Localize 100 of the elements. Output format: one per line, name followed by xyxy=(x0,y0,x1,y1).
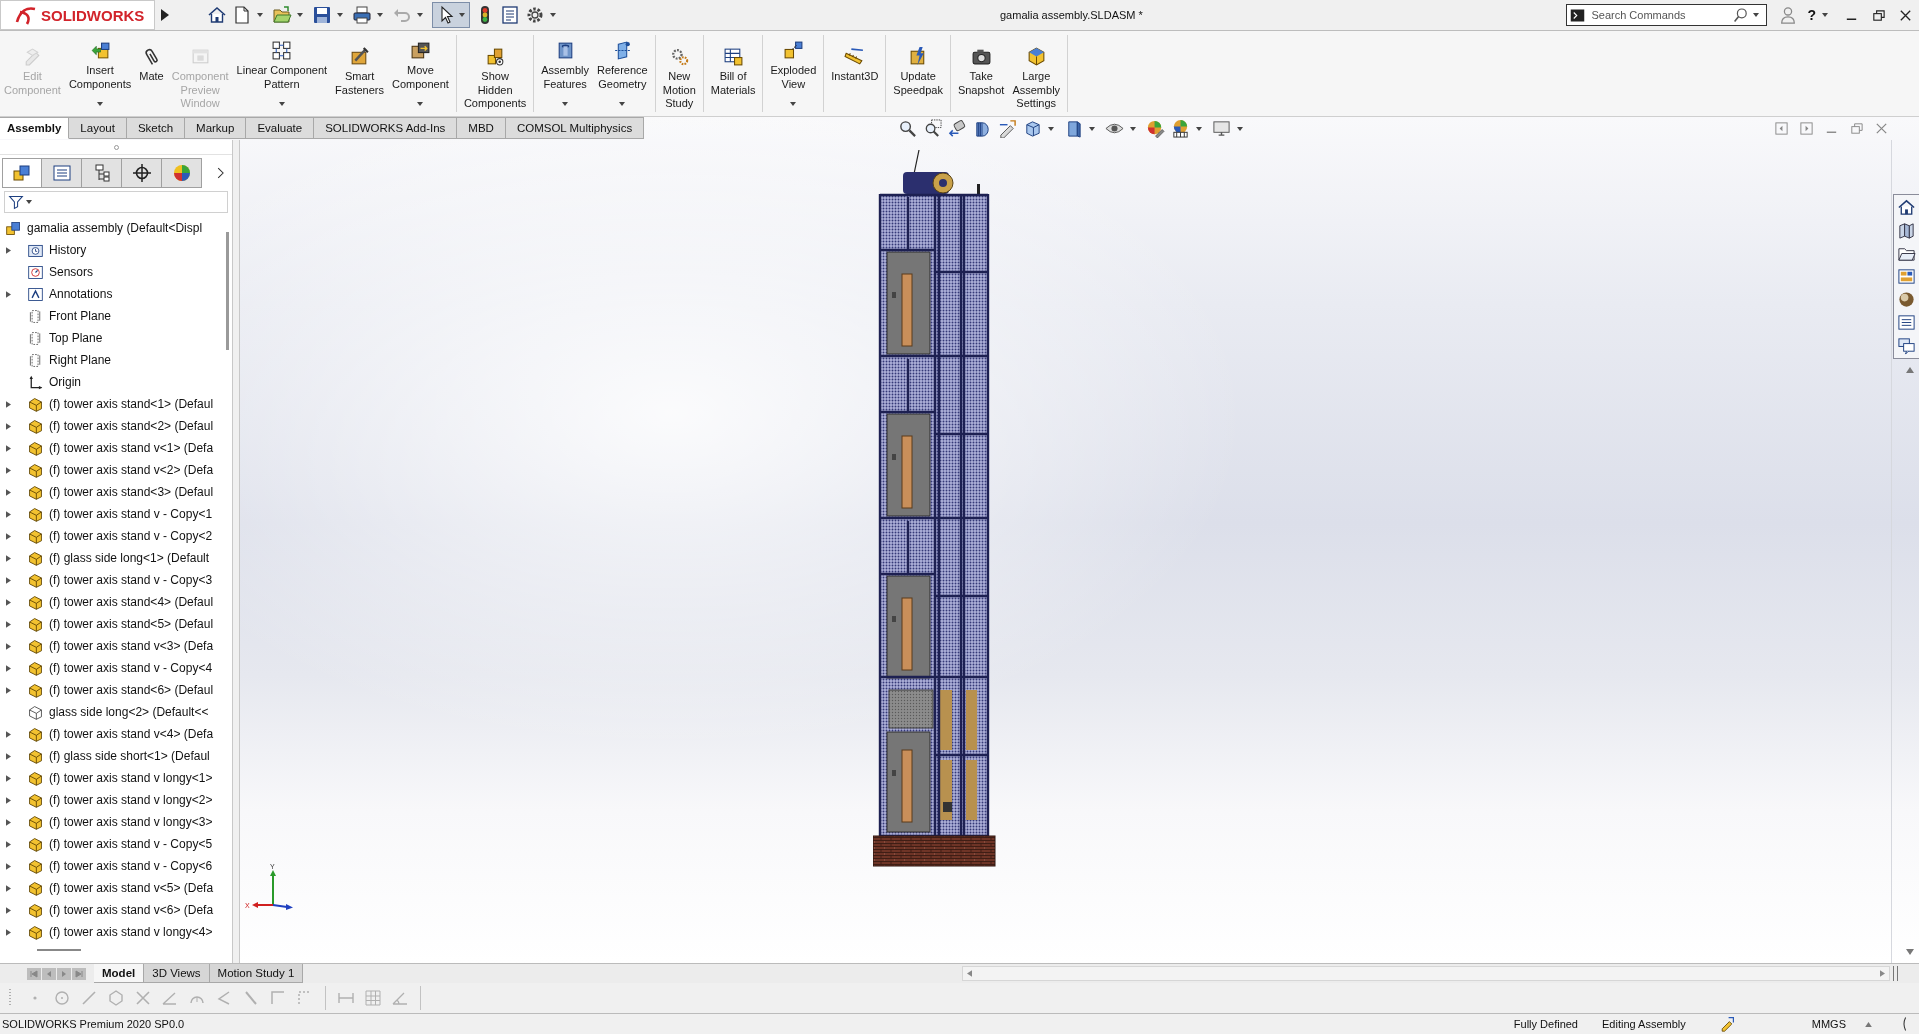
caret-icon[interactable] xyxy=(6,510,11,518)
tree-item[interactable]: (f) tower axis stand<1> (Defaul xyxy=(0,393,223,415)
settings-icon[interactable] xyxy=(525,5,545,25)
ribbon-button[interactable]: Insert Components xyxy=(64,31,136,116)
caret-icon[interactable] xyxy=(26,200,32,204)
tree-item[interactable]: (f) tower axis stand<6> (Defaul xyxy=(0,679,223,701)
tree-item[interactable]: (f) tower axis stand v - Copy<4 xyxy=(0,657,223,679)
home-icon[interactable] xyxy=(1897,198,1916,217)
first-arrow-icon[interactable] xyxy=(27,967,41,980)
command-tab[interactable]: Sketch xyxy=(126,117,186,139)
caret-icon[interactable] xyxy=(6,840,11,848)
palette-icon[interactable] xyxy=(1897,267,1916,286)
ribbon-button[interactable]: Bill of Materials xyxy=(706,31,760,116)
caret-icon[interactable] xyxy=(6,796,11,804)
tree-item[interactable]: Right Plane xyxy=(0,349,223,371)
left-arrow-icon[interactable] xyxy=(967,970,972,977)
tree-item[interactable]: (f) tower axis stand v longy<1> xyxy=(0,767,223,789)
scrollbar-thumb[interactable] xyxy=(226,232,229,350)
tree-item[interactable]: glass side long<2> (Default<< xyxy=(0,701,223,723)
panel-tab[interactable] xyxy=(162,158,202,188)
caret-icon[interactable] xyxy=(6,642,11,650)
cube-icon[interactable] xyxy=(1023,119,1042,138)
caret-icon[interactable] xyxy=(6,532,11,540)
ribbon-button[interactable]: Linear Component Pattern xyxy=(232,31,332,116)
caret-icon[interactable] xyxy=(790,102,797,106)
caret-icon[interactable] xyxy=(6,774,11,782)
caret-icon[interactable] xyxy=(562,102,569,106)
command-tab[interactable]: Layout xyxy=(69,117,127,139)
tree-item[interactable]: (f) tower axis stand v - Copy<1 xyxy=(0,503,223,525)
caret-icon[interactable] xyxy=(6,554,11,562)
tree-item[interactable]: (f) tower axis stand<5> (Defaul xyxy=(0,613,223,635)
caret-icon[interactable] xyxy=(6,686,11,694)
pencil-icon[interactable] xyxy=(998,119,1017,138)
color-ball-icon[interactable] xyxy=(1146,119,1165,138)
caret-icon[interactable] xyxy=(377,13,383,17)
tree-item[interactable]: (f) tower axis stand v<1> (Defa xyxy=(0,437,223,459)
caret-icon[interactable] xyxy=(6,400,11,408)
caret-icon[interactable] xyxy=(6,928,11,936)
caret-icon[interactable] xyxy=(6,752,11,760)
caret-icon[interactable] xyxy=(1196,126,1202,131)
tree-item[interactable]: (f) tower axis stand<3> (Defaul xyxy=(0,481,223,503)
printer-icon[interactable] xyxy=(352,5,372,25)
command-tab[interactable]: Evaluate xyxy=(246,117,315,139)
ribbon-button[interactable]: New Motion Study xyxy=(658,31,700,116)
view-tab[interactable]: Motion Study 1 xyxy=(209,964,304,983)
caret-icon[interactable] xyxy=(6,466,11,474)
ribbon-button[interactable]: Large Assembly Settings xyxy=(1008,31,1065,116)
sphere-icon[interactable] xyxy=(1897,290,1916,309)
select-tool-button[interactable] xyxy=(432,2,470,28)
tree-item[interactable]: Top Plane xyxy=(0,327,223,349)
bracket-icon[interactable] xyxy=(1900,1016,1908,1032)
magnifier-icon[interactable] xyxy=(898,119,917,138)
tree-item[interactable]: gamalia assembly (Default<Displ xyxy=(0,217,223,239)
caret-icon[interactable] xyxy=(6,884,11,892)
search-icon[interactable] xyxy=(1733,7,1750,23)
zoom-area-icon[interactable] xyxy=(923,119,942,138)
tree-item[interactable]: (f) tower axis stand v - Copy<2 xyxy=(0,525,223,547)
monitor-icon[interactable] xyxy=(1212,119,1231,138)
tree-item[interactable]: Sensors xyxy=(0,261,223,283)
ribbon-button[interactable]: Reference Geometry xyxy=(592,31,652,116)
document-icon[interactable] xyxy=(232,5,252,25)
color-ball-icon[interactable] xyxy=(1171,119,1190,138)
caret-icon[interactable] xyxy=(6,818,11,826)
caret-icon[interactable] xyxy=(459,13,465,17)
caret-icon[interactable] xyxy=(6,576,11,584)
tree-item[interactable]: (f) tower axis stand v - Copy<6 xyxy=(0,855,223,877)
caret-icon[interactable] xyxy=(1822,13,1828,17)
tree-item[interactable]: (f) tower axis stand v<6> (Defa xyxy=(0,899,223,921)
command-tab[interactable]: SOLIDWORKS Add-Ins xyxy=(314,117,458,139)
help-button[interactable]: ? xyxy=(1807,7,1816,23)
tree-item[interactable]: Front Plane xyxy=(0,305,223,327)
command-tab[interactable]: Assembly xyxy=(0,117,70,139)
caret-icon[interactable] xyxy=(6,620,11,628)
ribbon-button[interactable]: Update Speedpak xyxy=(889,31,947,116)
grip-icon[interactable] xyxy=(8,988,12,1008)
home-icon[interactable] xyxy=(207,5,227,25)
ribbon-button[interactable]: Take Snapshot xyxy=(953,31,1009,116)
ribbon-button[interactable]: Instant3D xyxy=(827,31,883,116)
caret-icon[interactable] xyxy=(619,102,626,106)
panel-tab[interactable] xyxy=(2,158,42,188)
view-tab[interactable]: Model xyxy=(94,964,145,983)
command-tab[interactable]: Markup xyxy=(185,117,247,139)
map-icon[interactable] xyxy=(1897,221,1916,240)
up-caret-icon[interactable] xyxy=(1865,1021,1872,1027)
caret-icon[interactable] xyxy=(1237,126,1243,131)
tree-item[interactable]: (f) tower axis stand v<4> (Defa xyxy=(0,723,223,745)
caret-icon[interactable] xyxy=(337,13,343,17)
tree-item[interactable]: (f) tower axis stand v longy<4> xyxy=(0,921,223,943)
filter-field[interactable] xyxy=(4,191,228,213)
tree-item[interactable]: (f) tower axis stand v<3> (Defa xyxy=(0,635,223,657)
caret-icon[interactable] xyxy=(6,290,11,298)
tree-item[interactable]: (f) tower axis stand v - Copy<5 xyxy=(0,833,223,855)
horizontal-scrollbar[interactable] xyxy=(962,966,1890,981)
caret-icon[interactable] xyxy=(6,488,11,496)
caret-icon[interactable] xyxy=(1130,126,1136,131)
caret-icon[interactable] xyxy=(417,102,424,106)
ribbon-button[interactable]: Assembly Features xyxy=(537,31,593,116)
save-icon[interactable] xyxy=(312,5,332,25)
up-arrow-icon[interactable] xyxy=(1906,367,1914,373)
ribbon-button[interactable]: Mate xyxy=(135,31,168,116)
